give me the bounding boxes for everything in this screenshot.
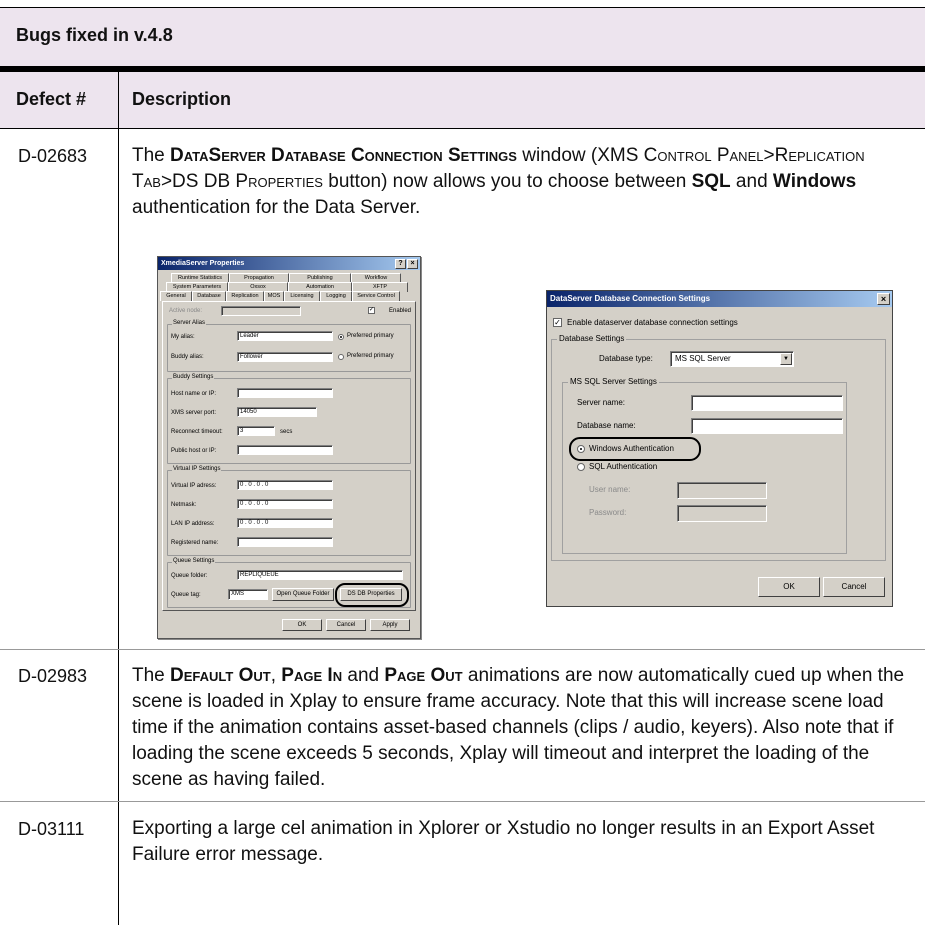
queue-tag-label: Queue tag:: [171, 592, 201, 598]
preferred-primary-label: Preferred primary: [347, 333, 394, 339]
dataserver-connection-dialog: DataServer Database Connection Settings …: [546, 290, 893, 607]
tab-database[interactable]: Database: [192, 291, 226, 301]
enabled-label: Enabled: [389, 308, 412, 314]
buddy-preferred-primary-label: Preferred primary: [347, 353, 394, 359]
lan-ip-field[interactable]: 0 . 0 . 0 . 0: [237, 518, 333, 528]
window-titlebar: DataServer Database Connection Settings …: [547, 291, 892, 307]
user-name-field: [677, 482, 767, 499]
cancel-button[interactable]: Cancel: [326, 619, 366, 631]
sql-auth-radio[interactable]: [577, 463, 585, 471]
row-divider: [0, 649, 925, 650]
buddy-settings-group: Buddy Settings Host name or IP: XMS serv…: [167, 374, 411, 464]
password-label: Password:: [589, 508, 627, 517]
timeout-field[interactable]: 3: [237, 426, 275, 436]
active-node-field: [221, 306, 301, 316]
ok-button[interactable]: OK: [282, 619, 322, 631]
defect-id: D-02983: [18, 666, 88, 686]
tab-general[interactable]: General: [160, 291, 192, 301]
defect-description: The DataServer Database Connection Setti…: [132, 145, 865, 218]
queue-folder-field[interactable]: REPLIQUEUE: [237, 570, 403, 580]
close-button[interactable]: ×: [407, 259, 418, 269]
server-alias-group: Server Alias My alias: Leader Preferred …: [167, 320, 411, 372]
defect-description: The Default Out, Page In and Page Out an…: [132, 665, 905, 790]
database-settings-group: Database Settings Database type: MS SQL …: [551, 334, 886, 561]
my-alias-label: My alias:: [171, 334, 195, 340]
enable-settings-checkbox[interactable]: ✓: [553, 318, 562, 327]
virtual-ip-group: Virtual IP Settings Virtual IP adress: 0…: [167, 466, 411, 556]
defect-id: D-03111: [18, 819, 85, 839]
database-type-select[interactable]: MS SQL Server: [670, 351, 794, 367]
defect-id: D-02683: [18, 146, 88, 166]
table-title: Bugs fixed in v.4.8: [16, 25, 173, 45]
tab-mos[interactable]: MOS: [264, 291, 284, 301]
buddy-preferred-primary-radio[interactable]: [338, 354, 344, 360]
highlight-ring: [335, 583, 409, 607]
table-title-band: Bugs fixed in v.4.8: [0, 7, 925, 67]
tab-service-control[interactable]: Service Control: [352, 291, 400, 301]
row-divider: [0, 801, 925, 802]
ok-button[interactable]: OK: [758, 577, 820, 597]
apply-button[interactable]: Apply: [370, 619, 410, 631]
help-button[interactable]: ?: [395, 259, 406, 269]
host-field[interactable]: [237, 388, 333, 398]
replication-panel: Active node: ✓ Enabled Server Alias My a…: [162, 301, 416, 611]
virtual-ip-field[interactable]: 0 . 0 . 0 . 0: [237, 480, 333, 490]
chevron-down-icon[interactable]: ▼: [780, 353, 792, 365]
enabled-checkbox[interactable]: ✓: [368, 307, 375, 314]
netmask-field[interactable]: 0 . 0 . 0 . 0: [237, 499, 333, 509]
password-field: [677, 505, 767, 522]
highlight-ring: [569, 437, 701, 461]
cancel-button[interactable]: Cancel: [823, 577, 885, 597]
queue-folder-label: Queue folder:: [171, 573, 208, 579]
my-alias-field[interactable]: Leader: [237, 331, 333, 341]
host-label: Host name or IP:: [171, 391, 217, 397]
active-node-label: Active node:: [169, 308, 203, 314]
table-header: Defect # Description: [0, 66, 925, 128]
window-titlebar: XmediaServer Properties ? ×: [158, 257, 420, 270]
preferred-primary-radio[interactable]: [338, 334, 344, 340]
close-button[interactable]: ×: [877, 293, 890, 305]
public-host-field[interactable]: [237, 445, 333, 455]
queue-tag-field[interactable]: XMS: [228, 589, 268, 600]
tab-logging[interactable]: Logging: [320, 291, 352, 301]
enable-settings-label: Enable dataserver database connection se…: [567, 318, 738, 327]
secs-label: secs: [280, 429, 293, 435]
lan-ip-label: LAN IP address:: [171, 521, 215, 527]
queue-settings-group: Queue Settings Queue folder: REPLIQUEUE …: [167, 558, 411, 608]
defect-column-header: Defect #: [16, 89, 87, 109]
buddy-alias-label: Buddy alias:: [171, 354, 204, 360]
defect-description: Exporting a large cel animation in Xplor…: [132, 818, 875, 865]
sql-auth-label: SQL Authentication: [589, 462, 658, 471]
database-name-label: Database name:: [577, 421, 636, 430]
description-column-header: Description: [132, 89, 232, 109]
port-label: XMS server port:: [171, 410, 217, 416]
port-field[interactable]: 14050: [237, 407, 317, 417]
server-name-label: Server name:: [577, 398, 626, 407]
xmediaserver-properties-window: XmediaServer Properties ? × Runtime Stat…: [157, 256, 421, 639]
registered-name-label: Registered name:: [171, 540, 219, 546]
registered-name-field[interactable]: [237, 537, 333, 547]
column-divider: [118, 66, 119, 925]
timeout-label: Reconnect timeout:: [171, 429, 223, 435]
public-host-label: Public host or IP:: [171, 448, 217, 454]
open-queue-folder-button[interactable]: Open Queue Folder: [272, 588, 334, 601]
virtual-ip-label: Virtual IP adress:: [171, 483, 217, 489]
database-type-label: Database type:: [599, 354, 653, 363]
buddy-alias-field[interactable]: Follower: [237, 352, 333, 362]
user-name-label: User name:: [589, 485, 631, 494]
netmask-label: Netmask:: [171, 502, 197, 508]
mssql-settings-group: MS SQL Server Settings Server name: Data…: [562, 377, 847, 554]
database-name-field[interactable]: [691, 418, 843, 434]
server-name-field[interactable]: [691, 395, 843, 411]
header-bottom-rule: [0, 128, 925, 129]
tab-licensing[interactable]: Licensing: [284, 291, 320, 301]
